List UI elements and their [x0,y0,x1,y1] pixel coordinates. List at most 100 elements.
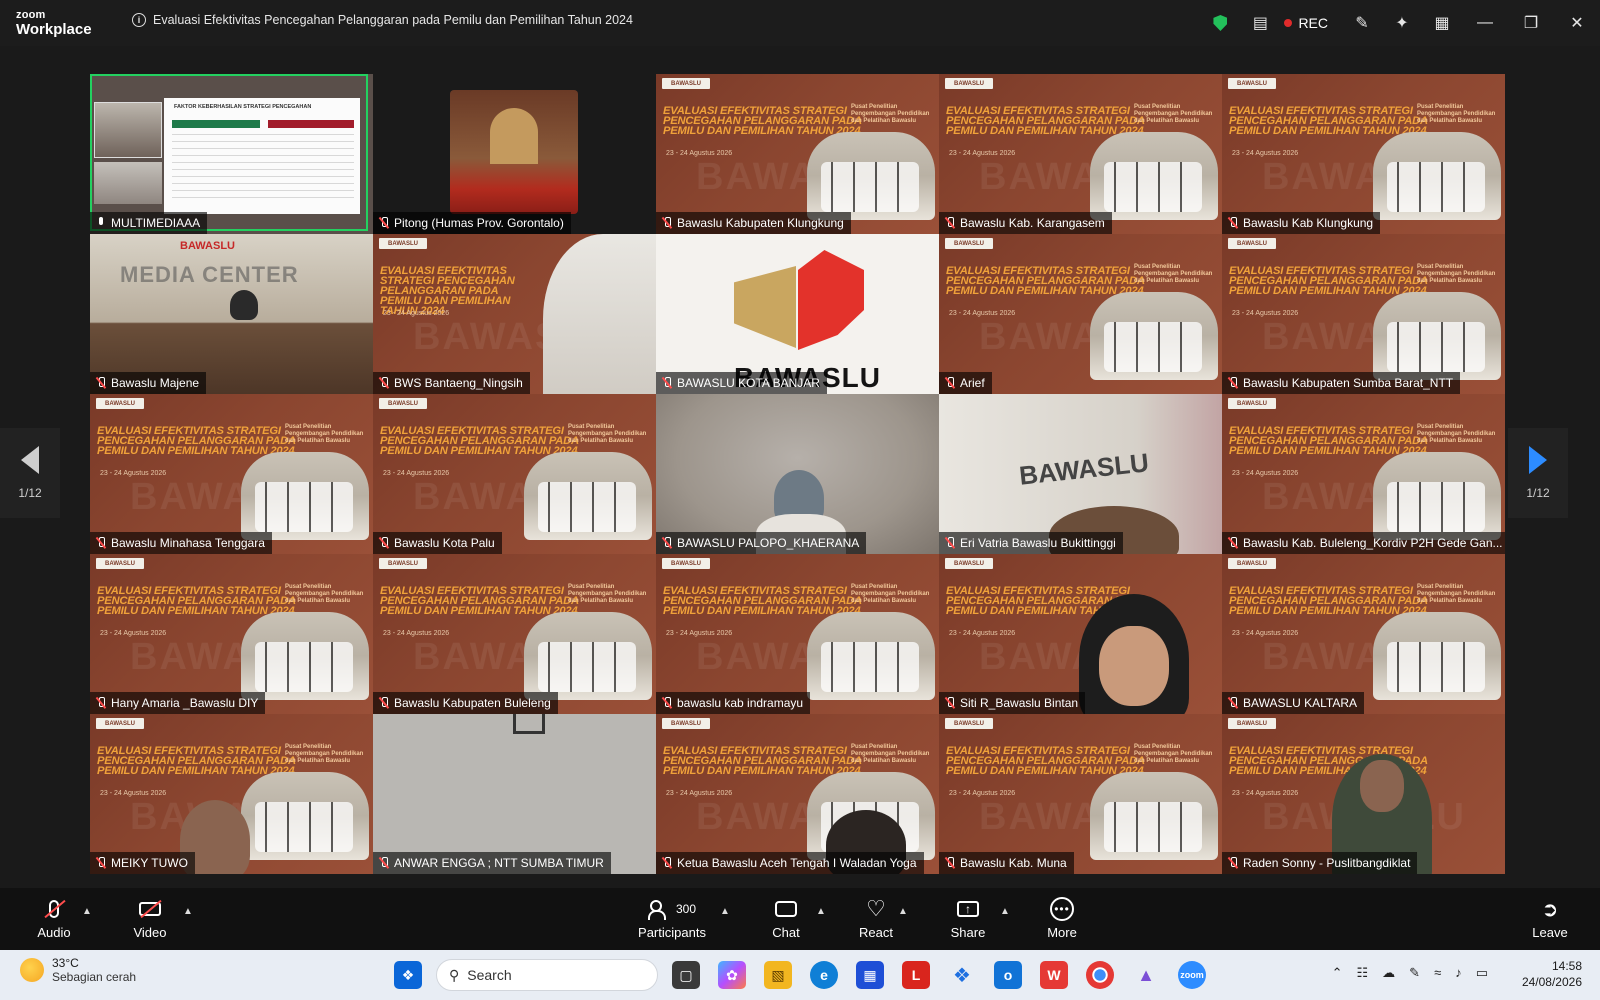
video-tile[interactable]: FAKTOR KEBERHASILAN STRATEGI PENCEGAHAN … [90,74,373,234]
video-options-caret-icon[interactable]: ▲ [183,906,193,917]
close-button[interactable]: ✕ [1554,0,1600,46]
chat-button[interactable]: Chat [768,888,804,950]
weather-widget[interactable]: 33°C Sebagian cerah [20,956,136,984]
video-tile[interactable]: BAWASLU EVALUASI EFEKTIVITAS STRATEGI PE… [1222,234,1505,394]
battery-icon[interactable]: ▭ [1476,965,1488,981]
clock-date: 24/08/2026 [1521,975,1582,989]
poster-illustration [524,612,652,700]
media-center-logo: BAWASLU [180,240,235,252]
participant-name-label: Bawaslu Kab. Buleleng_Kordiv P2H Gede Ga… [1222,532,1505,554]
share-options-caret-icon[interactable]: ▲ [1000,906,1010,917]
recording-indicator[interactable]: REC [1280,15,1342,31]
search-placeholder: Search [467,967,512,983]
poster-illustration [1090,772,1218,860]
gallery-prev-page[interactable]: 1/12 [0,428,60,518]
minimize-button[interactable]: — [1462,0,1508,46]
mic-muted-icon [96,537,106,549]
edge-icon[interactable]: e [810,961,838,989]
store-icon[interactable]: ▦ [856,961,884,989]
video-tile[interactable]: BAWASLU EVALUASI EFEKTIVITAS STRATEGI PE… [1222,554,1505,714]
info-icon[interactable]: i [132,13,146,27]
mic-muted-icon [379,697,389,709]
ai-companion-icon[interactable]: ✦ [1382,0,1422,46]
mic-muted-icon [1228,697,1238,709]
chevron-up-icon[interactable]: ⌃ [1332,965,1343,981]
participant-name-label: Bawaslu Kabupaten Klungkung [656,212,851,234]
participants-count: 300 [675,902,697,916]
react-options-caret-icon[interactable]: ▲ [898,906,908,917]
pen-icon[interactable]: ✎ [1409,965,1420,981]
video-tile[interactable]: BAWASLU EVALUASI EFEKTIVITAS STRATEGI PE… [939,234,1222,394]
poster-illustration [241,612,369,700]
outlook-icon[interactable]: o [994,961,1022,989]
taskbar-search[interactable]: ⚲ Search [436,959,658,991]
annotate-icon[interactable]: ✎ [1342,0,1382,46]
search-icon: ⚲ [449,966,460,983]
audio-options-caret-icon[interactable]: ▲ [82,906,92,917]
video-tile[interactable]: ANWAR ENGGA ; NTT SUMBA TIMUR [373,714,656,874]
clock[interactable]: 14:58 24/08/2026 [1522,958,1582,990]
video-tile[interactable]: BAWASLU EVALUASI EFEKTIVITAS STRATEGI PE… [656,554,939,714]
notes-icon[interactable]: ▤ [1240,0,1280,46]
mic-muted-icon [1228,857,1238,869]
participants-options-caret-icon[interactable]: ▲ [720,906,730,917]
brand-large: Workplace [16,21,92,38]
audio-button[interactable]: Audio [36,888,72,950]
network-app-icon[interactable]: ☷ [1357,965,1369,981]
video-tile[interactable]: BAWASLU EVALUASI EFEKTIVITAS STRATEGI PE… [1222,74,1505,234]
video-tile[interactable]: BAWASLU EVALUASI EFEKTIVITAS STRATEGI PE… [90,554,373,714]
video-button[interactable]: Video [130,888,170,950]
video-tile[interactable]: BAWASLU EVALUASI EFEKTIVITAS STRATEGI PE… [90,394,373,554]
volume-icon[interactable]: ♪ [1455,965,1462,981]
video-tile[interactable]: Pitong (Humas Prov. Gorontalo) [373,74,656,234]
more-button[interactable]: ••• More [1044,888,1080,950]
copilot-icon[interactable]: ✿ [718,961,746,989]
video-tile[interactable]: BAWASLU EVALUASI EFEKTIVITAS STRATEGI PE… [939,554,1222,714]
app-l-icon[interactable]: L [902,961,930,989]
video-tile[interactable]: BAWASLU EVALUASI EFEKTIVITAS STRATEGI PE… [939,714,1222,874]
video-tile[interactable]: BAWASLU MEDIA CENTER Bawaslu Majene [90,234,373,394]
file-explorer-icon[interactable]: ▧ [764,961,792,989]
participants-button[interactable]: 300 Participants [636,888,708,950]
restore-button[interactable]: ❐ [1508,0,1554,46]
video-tile[interactable]: BAWASLU EVALUASI EFEKTIVITAS STRATEGI PE… [656,74,939,234]
wifi-icon[interactable]: ≈ [1434,965,1441,981]
video-tile[interactable]: BAWASLU EVALUASI EFEKTIVITAS STRATEGI PE… [1222,714,1505,874]
arc-app-icon[interactable]: ▲ [1132,961,1160,989]
video-tile[interactable]: BAWASLU EVALUASI EFEKTIVITAS STRATEGI PE… [656,714,939,874]
start-button[interactable]: ❖ [394,961,422,989]
chat-icon [772,898,800,920]
meeting-info[interactable]: i Evaluasi Efektivitas Pencegahan Pelang… [132,13,633,27]
task-view-icon[interactable]: ▢ [672,961,700,989]
leave-button[interactable]: ➲ Leave [1530,888,1570,950]
react-button[interactable]: ♡ React [856,888,896,950]
hall-video [450,90,578,214]
video-tile[interactable]: BAWASLU EVALUASI EFEKTIVITAS STRATEGI PE… [373,234,656,394]
chrome-icon[interactable] [1086,961,1114,989]
video-tile[interactable]: BAWASLU PALOPO_KHAERANA [656,394,939,554]
video-tile[interactable]: BAWASLU EVALUASI EFEKTIVITAS STRATEGI PE… [373,394,656,554]
wps-icon[interactable]: W [1040,961,1068,989]
zoom-taskbar-icon[interactable]: zoom [1178,961,1206,989]
gallery-next-page[interactable]: 1/12 [1508,428,1568,518]
weather-temp: 33°C [52,956,79,970]
cloud-off-icon[interactable]: ☁ [1382,965,1395,981]
mic-on-icon [96,217,106,229]
encryption-shield-icon[interactable] [1200,0,1240,46]
dropbox-icon[interactable]: ❖ [948,961,976,989]
mic-muted-icon [1228,217,1238,229]
participant-name-label: Bawaslu Kab. Muna [939,852,1074,874]
view-grid-icon[interactable]: ▦ [1422,0,1462,46]
video-tile[interactable]: BAWASLU EVALUASI EFEKTIVITAS STRATEGI PE… [90,714,373,874]
video-tile[interactable]: BAWASLU EVALUASI EFEKTIVITAS STRATEGI PE… [373,554,656,714]
share-button[interactable]: ↑ Share [948,888,988,950]
leave-icon: ➲ [1541,898,1559,921]
chat-options-caret-icon[interactable]: ▲ [816,906,826,917]
page-indicator-right: 1/12 [1526,486,1550,500]
video-tile[interactable]: BAWASLU EVALUASI EFEKTIVITAS STRATEGI PE… [939,74,1222,234]
video-tile[interactable]: BAWASLU BAWASLU KOTA BANJAR [656,234,939,394]
participant-name-label: Bawaslu Kab Klungkung [1222,212,1381,234]
video-tile[interactable]: BAWASLU Eri Vatria Bawaslu Bukittinggi [939,394,1222,554]
video-tile[interactable]: BAWASLU EVALUASI EFEKTIVITAS STRATEGI PE… [1222,394,1505,554]
poster-illustration [1373,612,1501,700]
